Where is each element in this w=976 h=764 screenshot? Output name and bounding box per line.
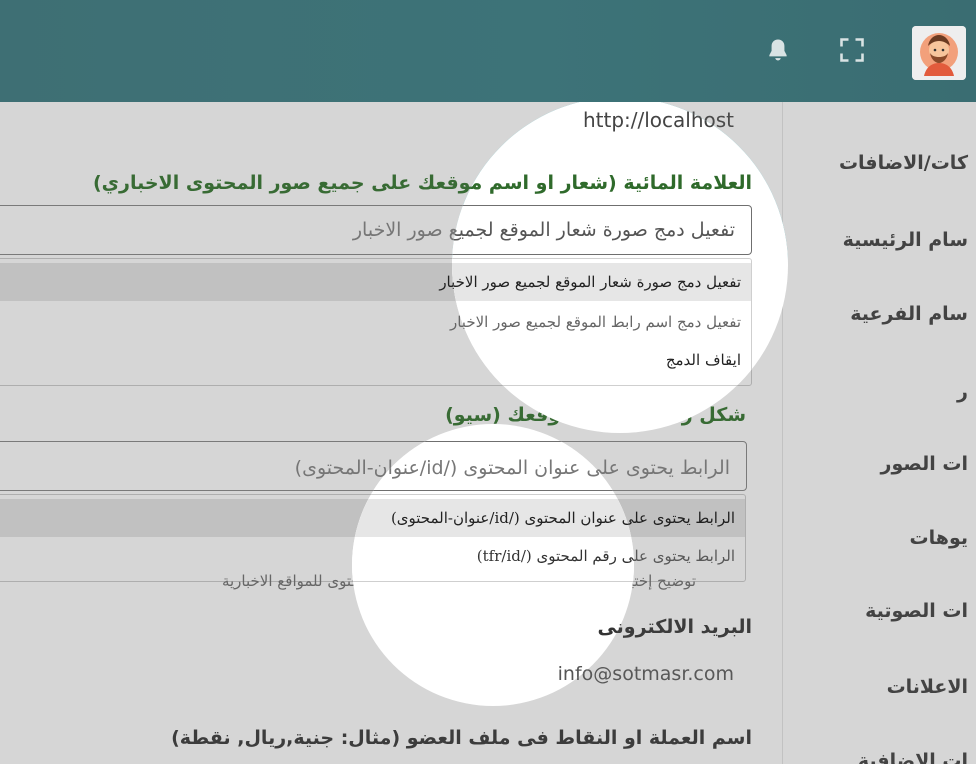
sidebar-item-6[interactable]: يوهات <box>708 527 968 549</box>
currency-label: اسم العملة او النقاط فى ملف العضو (مثال:… <box>171 727 752 749</box>
sidebar: كات/الاضافات سام الرئيسية سام الفرعية ر … <box>782 102 976 764</box>
spotlight-seo: شكل رابط محتوى موقعك (سيو) الرابط يحتوى … <box>352 424 634 706</box>
sidebar-item-5[interactable]: ات الصور <box>708 453 968 475</box>
spotlight-watermark: http://localhost العلامة المائية (شعار ا… <box>452 97 788 433</box>
sidebar-item-9[interactable]: ات الاضافية <box>708 750 968 764</box>
bell-icon[interactable] <box>764 36 792 64</box>
url-value-focus: http://localhost <box>582 108 734 132</box>
watermark-option-1-focus[interactable]: تفعيل دمج صورة شعار الموقع لجميع صور الا… <box>452 263 751 301</box>
watermark-option-2-focus[interactable]: تفعيل دمج اسم رابط الموقع لجميع صور الاخ… <box>452 303 751 341</box>
seo-select-value-focus: الرابط يحتوى على عنوان المحتوى (/id/عنوا… <box>352 457 634 479</box>
watermark-select-focus[interactable]: تفعيل دمج صورة شعار الموقع لجميع صور الا… <box>452 205 752 255</box>
seo-select-focus[interactable]: الرابط يحتوى على عنوان المحتوى (/id/عنوا… <box>352 441 634 491</box>
email-value-focus: info@sotmasr.com <box>557 663 634 685</box>
top-header <box>0 0 976 102</box>
fullscreen-icon[interactable] <box>838 36 866 64</box>
seo-option-2-focus[interactable]: الرابط يحتوى على رقم المحتوى (/tfr/id) <box>352 537 634 575</box>
watermark-select-value-focus: تفعيل دمج صورة شعار الموقع لجميع صور الا… <box>452 219 735 241</box>
watermark-label-focus: العلامة المائية (شعار او اسم موقعك على ج… <box>452 172 752 194</box>
watermark-option-3-focus[interactable]: ايقاف الدمج <box>452 341 751 379</box>
seo-dropdown-focus: الرابط يحتوى على عنوان المحتوى (/id/عنوا… <box>352 494 634 582</box>
watermark-dropdown-focus: تفعيل دمج صورة شعار الموقع لجميع صور الا… <box>452 258 752 386</box>
sidebar-item-8[interactable]: الاعلانات <box>708 676 968 698</box>
seo-label-focus: شكل رابط محتوى موقعك (سيو) <box>445 424 634 426</box>
seo-option-1-focus[interactable]: الرابط يحتوى على عنوان المحتوى (/id/عنوا… <box>352 499 634 537</box>
email-label-focus: البريد الالكترونى <box>597 616 634 638</box>
user-avatar[interactable] <box>912 26 966 80</box>
sidebar-item-7[interactable]: ات الصوتية <box>708 600 968 622</box>
